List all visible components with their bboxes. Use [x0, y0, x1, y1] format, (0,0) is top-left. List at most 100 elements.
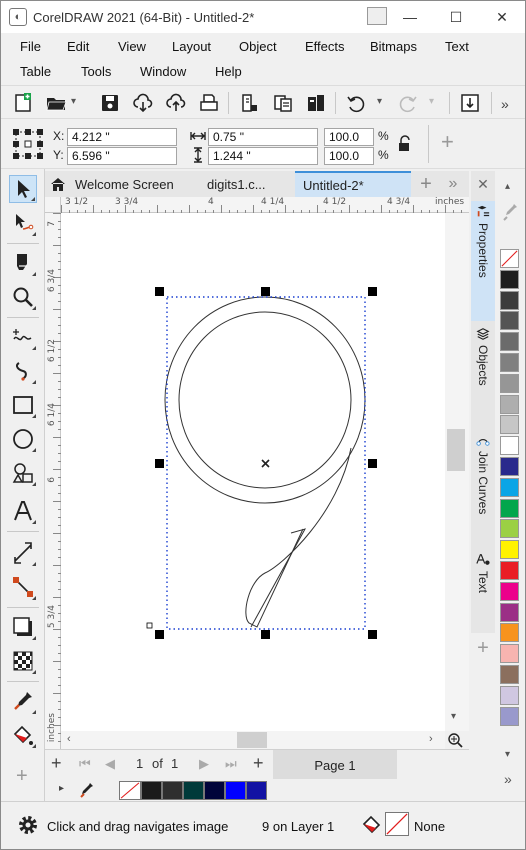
minimize-button[interactable]: —: [387, 1, 433, 33]
ellipse-tool-icon[interactable]: [9, 425, 37, 453]
scroll-right-icon[interactable]: ›: [429, 733, 433, 745]
last-page-icon[interactable]: ⏭: [225, 756, 237, 772]
add-page-after-button[interactable]: +: [253, 753, 264, 774]
new-tab-button[interactable]: +: [415, 171, 437, 197]
palette-swatch[interactable]: [500, 457, 519, 476]
page-1-tab[interactable]: Page 1: [273, 750, 397, 780]
add-property-button[interactable]: +: [441, 129, 454, 155]
menu-layout[interactable]: Layout: [172, 39, 211, 54]
menu-table[interactable]: Table: [20, 64, 51, 79]
palette-swatch[interactable]: [500, 269, 519, 289]
menu-window[interactable]: Window: [140, 64, 186, 79]
palette-swatch[interactable]: [500, 540, 519, 560]
center-mark-icon[interactable]: [261, 459, 270, 468]
scale-x-field[interactable]: 100.0: [324, 128, 374, 146]
vertical-scrollbar[interactable]: ▾: [445, 213, 469, 731]
palette-swatch[interactable]: [500, 561, 519, 580]
palette-swatch[interactable]: [500, 477, 519, 497]
tabs-overflow-icon[interactable]: »: [441, 171, 465, 197]
publish-pdf-icon[interactable]: [305, 92, 327, 114]
import-icon[interactable]: [238, 92, 260, 114]
palette-expand-icon[interactable]: »: [504, 771, 512, 787]
eyedropper-tool-icon[interactable]: [9, 687, 37, 715]
palette-swatch[interactable]: [500, 602, 519, 622]
scale-y-field[interactable]: 100.0: [324, 147, 374, 165]
previous-page-icon[interactable]: ◀: [105, 756, 115, 772]
add-tool-button[interactable]: +: [16, 765, 28, 788]
palette-swatch[interactable]: [500, 706, 519, 726]
menu-object[interactable]: Object: [239, 39, 277, 54]
freehand-tool-icon[interactable]: [9, 323, 37, 351]
palette-scroll-down-icon[interactable]: ▾: [505, 749, 510, 760]
palette-swatch[interactable]: [500, 581, 519, 601]
width-field[interactable]: 0.75 ": [208, 128, 318, 146]
palette-swatch-none[interactable]: [500, 249, 519, 268]
selection-handle-top-left[interactable]: [155, 287, 164, 296]
interactive-fill-tool-icon[interactable]: [9, 721, 37, 749]
palette-swatch[interactable]: [500, 685, 519, 705]
cloud-upload-icon[interactable]: [165, 92, 187, 114]
y-position-field[interactable]: 6.596 ": [67, 147, 177, 165]
palette-swatch[interactable]: [500, 394, 519, 414]
vertical-ruler[interactable]: 7 6 3/4 6 1/2 6 1/4 6 5 3/4 inches: [45, 213, 61, 749]
export-icon[interactable]: [272, 92, 294, 114]
palette-swatch[interactable]: [500, 353, 519, 372]
new-document-icon[interactable]: [12, 92, 34, 114]
selection-handle-top-right[interactable]: [368, 287, 377, 296]
settings-gear-icon[interactable]: [17, 814, 39, 836]
undo-icon[interactable]: [345, 92, 367, 114]
tab-untitled-2[interactable]: Untitled-2*: [295, 171, 411, 197]
menu-effects[interactable]: Effects: [305, 39, 345, 54]
vertical-scroll-thumb[interactable]: [447, 429, 465, 471]
document-palette-swatch[interactable]: [246, 781, 267, 800]
save-icon[interactable]: [99, 92, 121, 114]
docker-tab-text[interactable]: Text: [471, 549, 495, 619]
open-dropdown-icon[interactable]: ▾: [71, 96, 76, 107]
palette-swatch[interactable]: [500, 373, 519, 393]
undo-dropdown-icon[interactable]: ▾: [377, 96, 382, 107]
tab-welcome-screen[interactable]: Welcome Screen: [75, 171, 195, 197]
menu-help[interactable]: Help: [215, 64, 242, 79]
drop-shadow-tool-icon[interactable]: [9, 613, 37, 641]
document-palette-swatch[interactable]: [225, 781, 246, 800]
docker-tab-join-curves[interactable]: Join Curves: [471, 429, 495, 541]
menu-view[interactable]: View: [118, 39, 146, 54]
ruler-origin[interactable]: [45, 197, 61, 213]
lock-ratio-icon[interactable]: [397, 135, 413, 153]
anchor-node[interactable]: [146, 622, 153, 629]
palette-swatch[interactable]: [500, 665, 519, 684]
add-page-before-button[interactable]: +: [51, 753, 62, 774]
height-field[interactable]: 1.244 ": [208, 147, 318, 165]
selection-handle-bottom-right[interactable]: [368, 630, 377, 639]
cloud-download-icon[interactable]: [132, 92, 154, 114]
zoom-tool-icon[interactable]: [9, 283, 37, 311]
account-icon[interactable]: [367, 7, 387, 25]
open-folder-icon[interactable]: [45, 92, 67, 114]
palette-swatch[interactable]: [500, 644, 519, 664]
quick-import-icon[interactable]: [459, 92, 481, 114]
toolbar-overflow-icon[interactable]: »: [501, 96, 509, 112]
selection-handle-right[interactable]: [368, 459, 377, 468]
palette-swatch[interactable]: [500, 623, 519, 643]
tab-digits1[interactable]: digits1.c...: [207, 171, 289, 197]
palette-swatch[interactable]: [500, 332, 519, 352]
menu-edit[interactable]: Edit: [67, 39, 89, 54]
fill-indicator-icon[interactable]: [361, 814, 383, 836]
zoom-navigator-icon[interactable]: [447, 732, 463, 748]
scroll-left-icon[interactable]: ‹: [67, 733, 71, 745]
horizontal-ruler[interactable]: 3 1/2 3 3/4 4 4 1/4 4 1/2 4 3/4 inches: [61, 197, 469, 213]
transparency-tool-icon[interactable]: [9, 647, 37, 675]
no-color-swatch[interactable]: [119, 781, 141, 800]
text-tool-icon[interactable]: [9, 497, 37, 525]
palette-swatch[interactable]: [500, 290, 519, 310]
next-page-icon[interactable]: ▶: [199, 756, 209, 772]
maximize-button[interactable]: ☐: [433, 1, 479, 33]
horizontal-scroll-thumb[interactable]: [237, 732, 267, 748]
artistic-media-tool-icon[interactable]: [9, 357, 37, 385]
selection-handle-top[interactable]: [261, 287, 270, 296]
home-icon[interactable]: [45, 171, 71, 197]
docker-close-button[interactable]: ✕: [471, 171, 495, 197]
menu-file[interactable]: File: [20, 39, 41, 54]
palette-swatch[interactable]: [500, 498, 519, 518]
dimension-tool-icon[interactable]: [9, 539, 37, 567]
